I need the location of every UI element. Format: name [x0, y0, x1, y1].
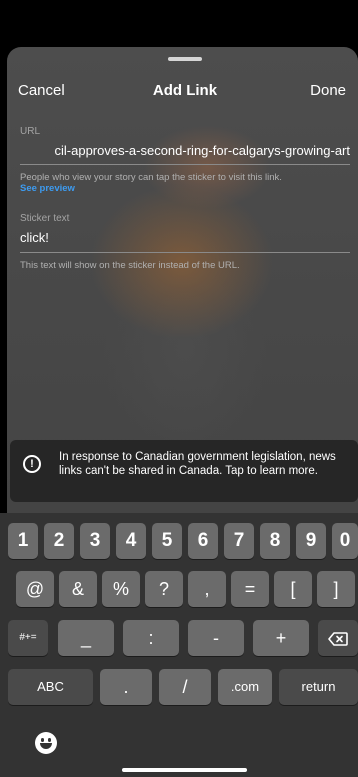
- key-1[interactable]: 1: [8, 523, 38, 559]
- sheet-title: Add Link: [152, 82, 218, 99]
- done-button[interactable]: Done: [310, 82, 346, 99]
- key-8[interactable]: 8: [260, 523, 290, 559]
- key-2[interactable]: 2: [44, 523, 74, 559]
- key-0[interactable]: 0: [332, 523, 358, 559]
- url-help-text: People who view your story can tap the s…: [20, 172, 282, 183]
- see-preview-link[interactable]: See preview: [20, 183, 75, 194]
- key-6[interactable]: 6: [188, 523, 218, 559]
- backspace-icon: [328, 632, 348, 647]
- key-left-bracket[interactable]: [: [274, 571, 312, 607]
- info-icon: !: [23, 455, 41, 473]
- key-colon[interactable]: :: [123, 620, 179, 656]
- key-9[interactable]: 9: [296, 523, 326, 559]
- sheet-drag-handle[interactable]: [168, 57, 202, 61]
- notice-text[interactable]: In response to Canadian government legis…: [59, 450, 339, 478]
- url-input[interactable]: cil-approves-a-second-ring-for-calgarys-…: [20, 143, 351, 158]
- key-slash[interactable]: /: [159, 669, 211, 705]
- key-question[interactable]: ?: [145, 571, 183, 607]
- key-period[interactable]: .: [100, 669, 152, 705]
- sticker-text-underline: [20, 252, 350, 253]
- sticker-text-input[interactable]: click!: [20, 230, 350, 245]
- key-4[interactable]: 4: [116, 523, 146, 559]
- key-ampersand[interactable]: &: [59, 571, 97, 607]
- key-3[interactable]: 3: [80, 523, 110, 559]
- key-5[interactable]: 5: [152, 523, 182, 559]
- key-dotcom[interactable]: .com: [218, 669, 272, 705]
- sticker-text-label: Sticker text: [20, 213, 70, 224]
- return-key[interactable]: return: [279, 669, 358, 705]
- sticker-help-text: This text will show on the sticker inste…: [20, 260, 240, 271]
- url-label: URL: [20, 126, 41, 137]
- key-hyphen[interactable]: -: [188, 620, 244, 656]
- key-at[interactable]: @: [16, 571, 54, 607]
- key-percent[interactable]: %: [102, 571, 140, 607]
- key-comma[interactable]: ,: [188, 571, 226, 607]
- key-7[interactable]: 7: [224, 523, 254, 559]
- abc-key[interactable]: ABC: [8, 669, 93, 705]
- key-right-bracket[interactable]: ]: [317, 571, 355, 607]
- home-indicator[interactable]: [122, 768, 247, 772]
- key-equals[interactable]: =: [231, 571, 269, 607]
- url-underline: [20, 164, 350, 165]
- backspace-key[interactable]: [318, 620, 358, 656]
- key-plus[interactable]: +: [253, 620, 309, 656]
- key-underscore[interactable]: _: [58, 620, 114, 656]
- emoji-icon[interactable]: [35, 732, 57, 754]
- symbols-toggle-key[interactable]: #+=: [8, 620, 48, 656]
